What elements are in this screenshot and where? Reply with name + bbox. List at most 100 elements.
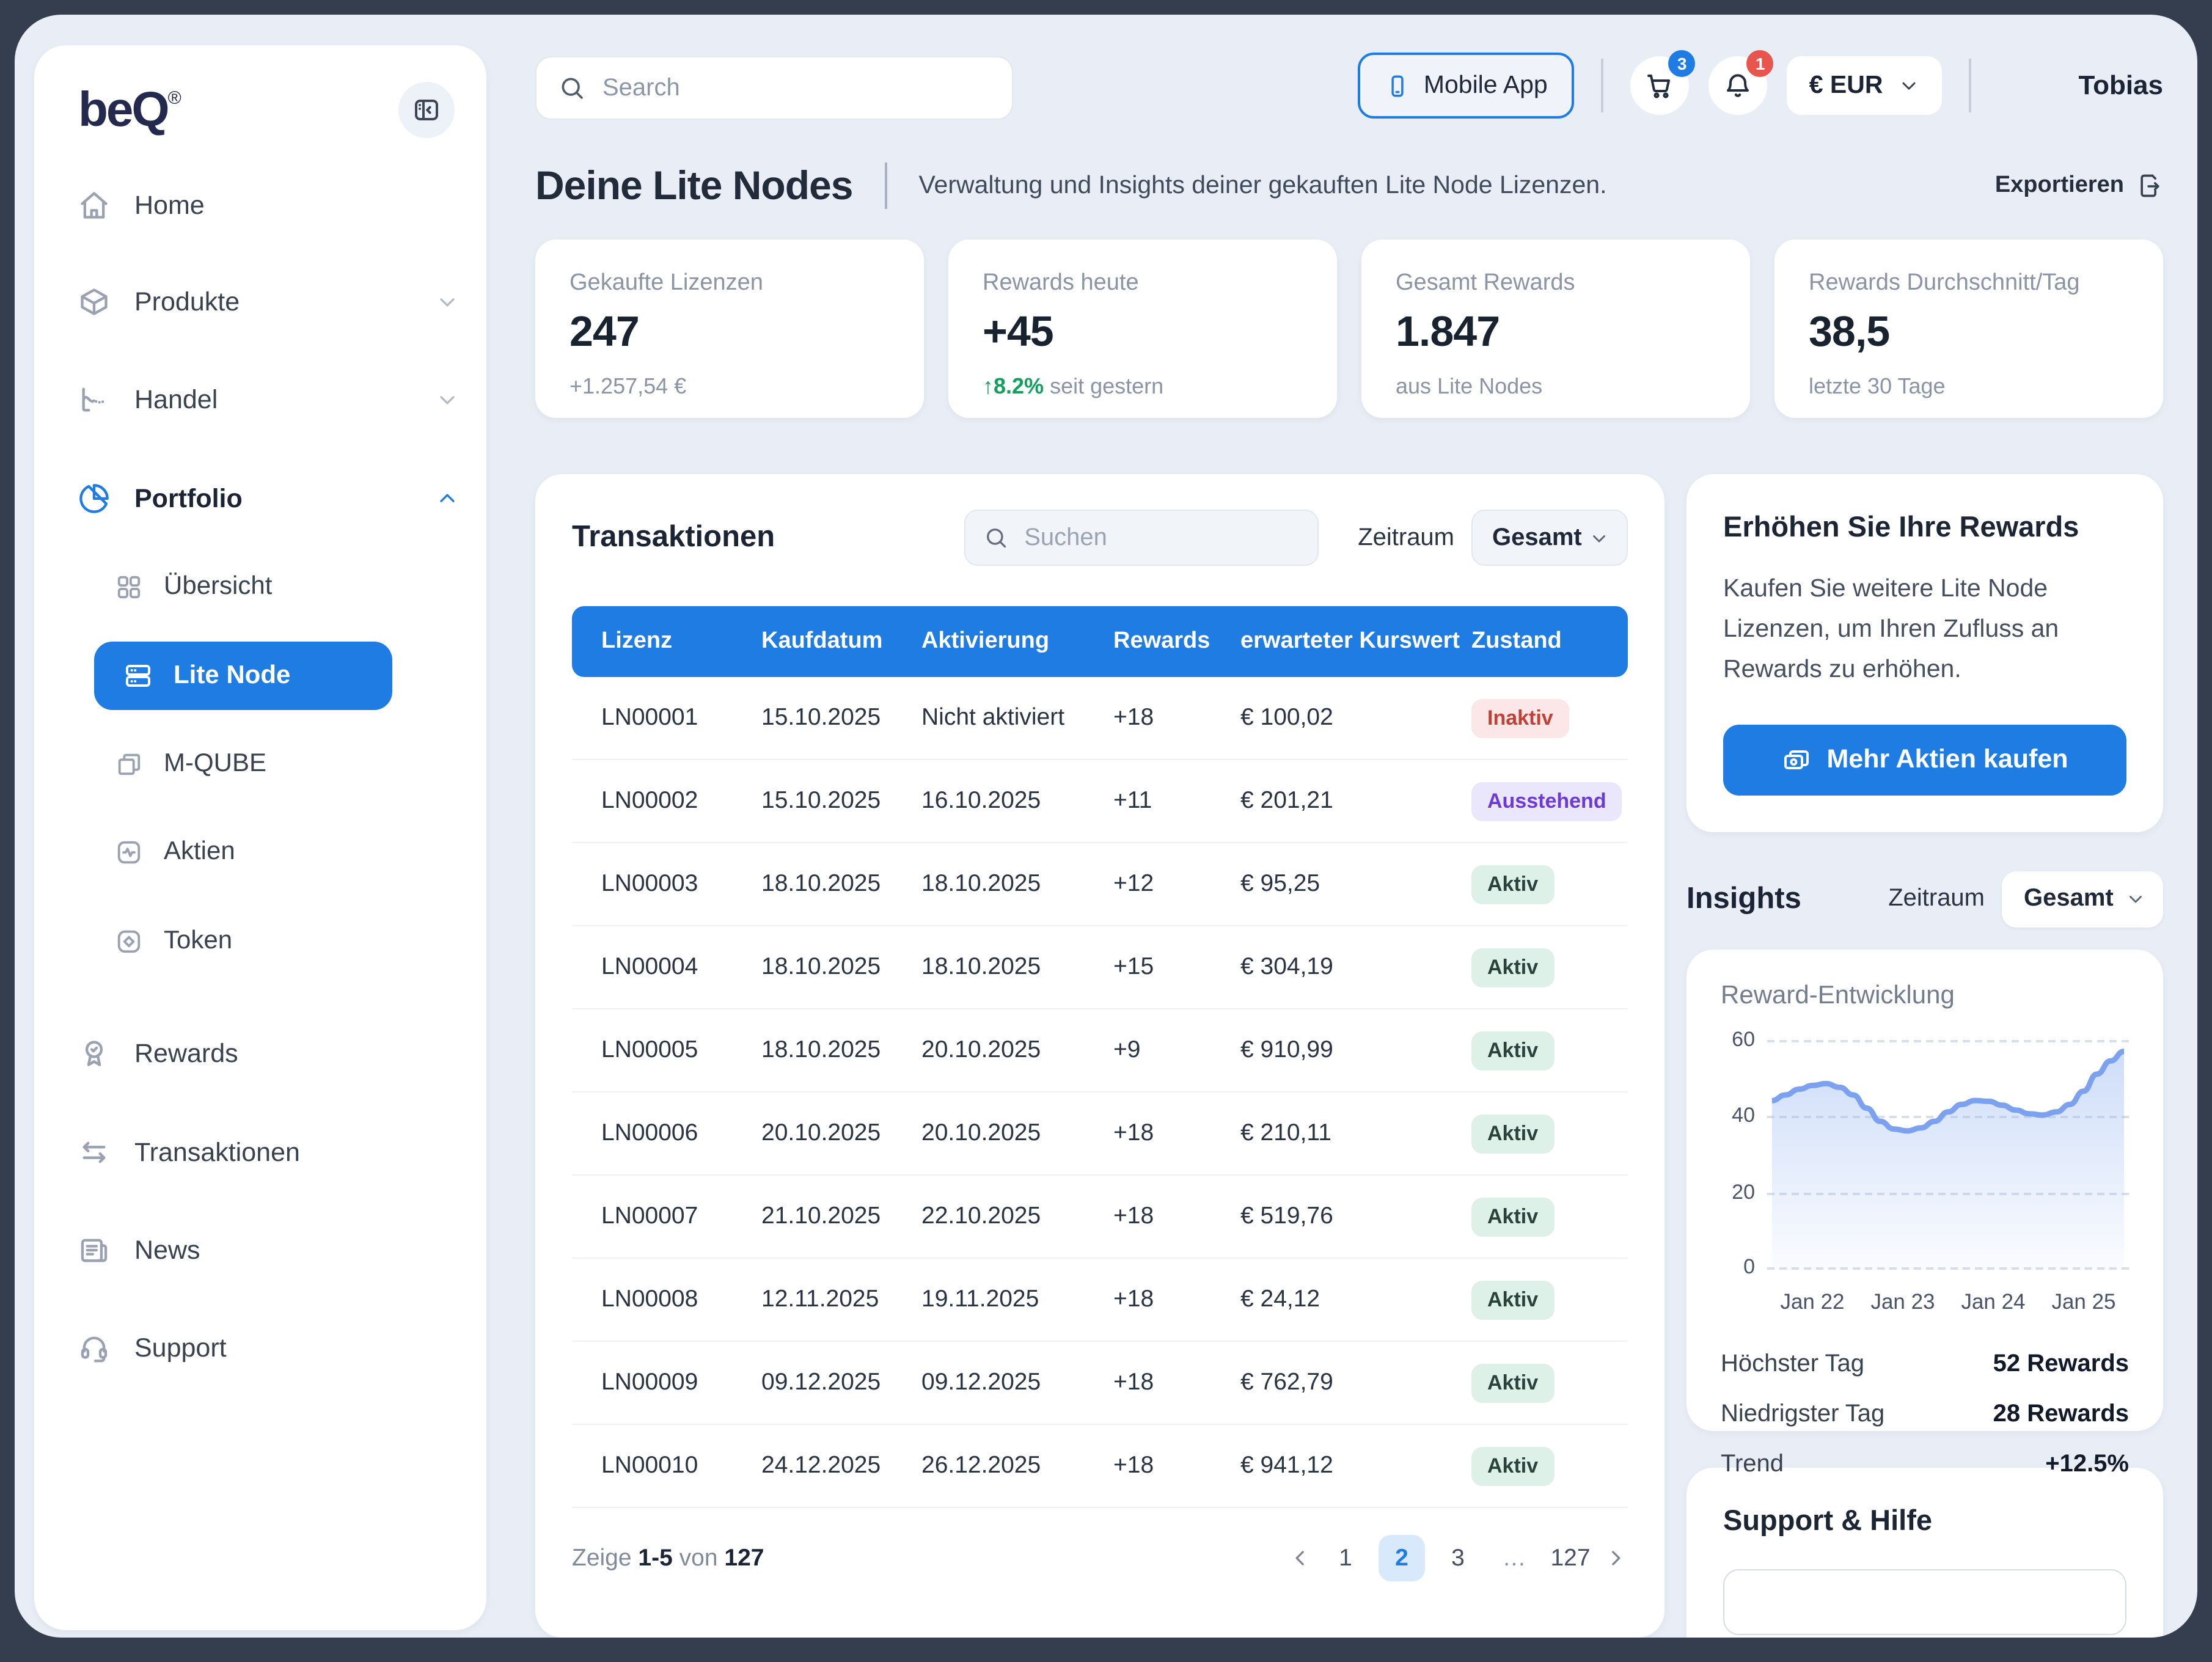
sidebar-item-uebersicht[interactable]: Übersicht [115,557,460,616]
panel-collapse-icon [412,95,441,125]
transactions-search[interactable] [964,510,1319,566]
file-export-icon [2136,172,2163,199]
table-row[interactable]: LN00009 09.12.2025 09.12.2025 +18 € 762,… [572,1342,1628,1425]
prev-page-button[interactable] [1288,1546,1313,1570]
main-content: Mobile App 3 1 € EUR Tobias Deine Lite N… [535,15,2163,1638]
mobile-app-button[interactable]: Mobile App [1358,53,1575,119]
stat-sub: letzte 30 Tage [1809,374,2129,400]
buy-more-button[interactable]: Mehr Aktien kaufen [1723,724,2126,795]
sidebar-collapse-button[interactable] [398,82,455,138]
zeitraum-select[interactable]: Gesamt [1471,510,1628,566]
cell-kaufdatum: 24.12.2025 [761,1452,921,1480]
status-badge: Aktiv [1471,1280,1554,1319]
chart-stat-niedrigster-tag: Niedrigster Tag 28 Rewards [1721,1389,2129,1439]
status-badge: Ausstehend [1471,782,1622,821]
divider [884,163,887,209]
cell-kurswert: € 304,19 [1240,953,1471,981]
trade-chart-icon [78,384,110,416]
page-button-127[interactable]: 127 [1547,1535,1594,1581]
table-row[interactable]: LN00007 21.10.2025 22.10.2025 +18 € 519,… [572,1176,1628,1259]
chevron-down-icon [2125,888,2146,909]
table-header: Lizenz Kaufdatum Aktivierung Rewards erw… [572,606,1628,677]
table-row[interactable]: LN00005 18.10.2025 20.10.2025 +9 € 910,9… [572,1009,1628,1093]
page-ellipsis: … [1491,1535,1537,1581]
cell-lizenz: LN00007 [601,1203,761,1231]
sidebar-item-portfolio[interactable]: Portfolio [71,469,460,528]
sidebar-item-rewards[interactable]: Rewards [71,1024,460,1083]
headset-icon [78,1332,110,1364]
table-row[interactable]: LN00001 15.10.2025 Nicht aktiviert +18 €… [572,677,1628,760]
page-button-3[interactable]: 3 [1435,1535,1481,1581]
sidebar-item-transaktionen[interactable]: Transaktionen [71,1123,460,1182]
table-row[interactable]: LN00010 24.12.2025 26.12.2025 +18 € 941,… [572,1425,1628,1508]
cart-button[interactable]: 3 [1631,56,1690,115]
cell-rewards: +15 [1113,953,1240,981]
chart-title: Reward-Entwicklung [1721,981,2129,1010]
cell-kaufdatum: 20.10.2025 [761,1119,921,1148]
notifications-badge: 1 [1747,50,1774,77]
search-input[interactable] [600,73,972,103]
cell-rewards: +12 [1113,870,1240,898]
global-search[interactable] [535,56,1013,120]
next-page-button[interactable] [1603,1546,1628,1570]
sidebar-item-label: M-QUBE [164,749,266,778]
table-row[interactable]: LN00004 18.10.2025 18.10.2025 +15 € 304,… [572,926,1628,1009]
transactions-search-input[interactable] [1022,522,1271,553]
search-icon [558,75,585,101]
sidebar-item-token[interactable]: Token [115,912,460,970]
table-row[interactable]: LN00002 15.10.2025 16.10.2025 +11 € 201,… [572,760,1628,843]
stat-label: Rewards heute [983,270,1303,297]
bell-icon [1724,71,1753,100]
promo-body: Kaufen Sie weitere Lite Node Lizenzen, u… [1723,568,2126,690]
support-input[interactable] [1723,1569,2126,1635]
sidebar-item-aktien[interactable]: Aktien [115,822,460,881]
package-icon [78,286,110,318]
cell-kurswert: € 762,79 [1240,1369,1471,1397]
sidebar-item-home[interactable]: Home [71,176,460,235]
export-button[interactable]: Exportieren [1995,172,2163,199]
cell-aktivierung: 20.10.2025 [921,1036,1113,1064]
column-header: erwarteter Kurswert [1240,628,1471,655]
chart-y-axis: 60 40 20 0 [1721,1037,1767,1269]
chart-x-axis: Jan 22 Jan 23 Jan 24 Jan 25 [1767,1289,2129,1314]
sidebar-item-produkte[interactable]: Produkte [71,273,460,331]
table-row[interactable]: LN00006 20.10.2025 20.10.2025 +18 € 210,… [572,1093,1628,1176]
trend-up-value: ↑8.2% [983,374,1044,398]
sidebar-item-handel[interactable]: Handel [71,370,460,429]
swap-arrows-icon [78,1137,110,1168]
chevron-up-icon [435,486,460,511]
table-row[interactable]: LN00003 18.10.2025 18.10.2025 +12 € 95,2… [572,843,1628,926]
column-header: Zustand [1471,628,1599,655]
page-button-1[interactable]: 1 [1322,1535,1369,1581]
avatar[interactable] [1998,55,2059,116]
sidebar-item-label: News [134,1235,200,1265]
sidebar-item-lite-node-active[interactable]: Lite Node [94,642,392,710]
currency-select[interactable]: € EUR [1787,56,1942,115]
cell-kurswert: € 24,12 [1240,1286,1471,1314]
cell-kaufdatum: 15.10.2025 [761,704,921,732]
cell-rewards: +18 [1113,1452,1240,1480]
divider [1602,59,1604,112]
cell-rewards: +9 [1113,1036,1240,1064]
stat-label: Rewards Durchschnitt/Tag [1809,270,2129,297]
page-button-2-active[interactable]: 2 [1379,1535,1425,1581]
export-label: Exportieren [1995,172,2124,199]
sidebar-item-support[interactable]: Support [71,1319,460,1377]
notifications-button[interactable]: 1 [1709,56,1768,115]
cell-kaufdatum: 18.10.2025 [761,1036,921,1064]
cell-kurswert: € 95,25 [1240,870,1471,898]
status-badge: Aktiv [1471,948,1554,987]
sidebar-item-news[interactable]: News [71,1221,460,1279]
smartphone-icon [1385,73,1410,98]
stat-sub: aus Lite Nodes [1396,374,1716,400]
promo-title: Erhöhen Sie Ihre Rewards [1723,511,2126,544]
sidebar-item-label: Lite Node [174,661,290,690]
cell-kurswert: € 910,99 [1240,1036,1471,1064]
screen: beQ® Home Produkte Handel Portfolio Übe [0,0,2212,1662]
table-row[interactable]: LN00008 12.11.2025 19.11.2025 +18 € 24,1… [572,1259,1628,1342]
cell-kurswert: € 100,02 [1240,704,1471,732]
sidebar-item-m-qube[interactable]: M-QUBE [115,734,460,793]
insights-zeitraum-select[interactable]: Gesamt [2002,871,2163,927]
brand-logo: beQ® [78,86,181,134]
sidebar-item-label: Portfolio [134,483,243,514]
